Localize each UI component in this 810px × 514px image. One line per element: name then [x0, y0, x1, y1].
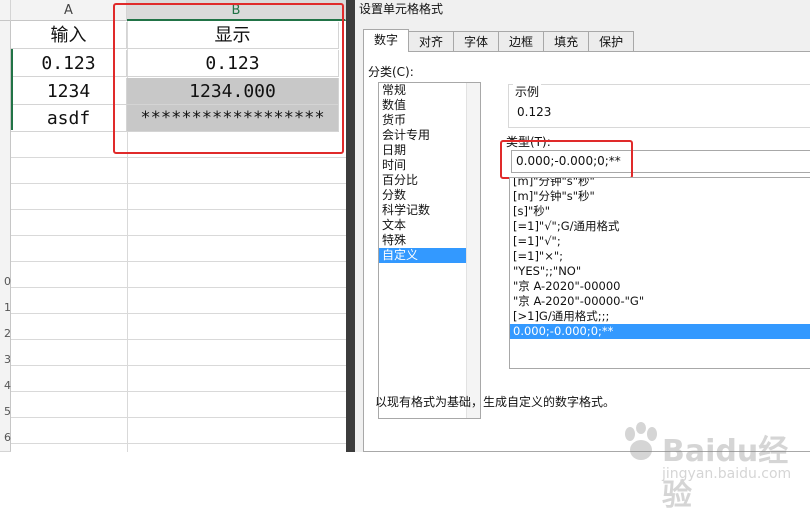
corner-header[interactable] [0, 0, 11, 21]
tab-number[interactable]: 数字 [363, 29, 410, 52]
number-tab-panel: 分类(C): 常规 数值 货币 会计专用 日期 时间 百分比 分数 科学记数 文… [363, 51, 810, 513]
format-item[interactable]: [=1]"√"; [510, 234, 810, 249]
selection-edge [11, 49, 13, 130]
watermark-url: jingyan.baidu.com [662, 466, 792, 482]
row-number: 2 [4, 327, 11, 340]
category-item[interactable]: 分数 [379, 188, 480, 203]
row-number: 6 [4, 431, 11, 444]
window-divider [346, 0, 355, 452]
category-item[interactable]: 特殊 [379, 233, 480, 248]
format-list[interactable]: [m]"分钟"s"秒" [m]"分钟"s"秒" [s]"秒" [=1]"√";G… [509, 177, 810, 369]
format-item[interactable]: [m]"分钟"s"秒" [510, 189, 810, 204]
format-item[interactable]: "京 A-2020"-00000 [510, 279, 810, 294]
category-item-selected[interactable]: 自定义 [379, 248, 480, 263]
sample-label: 示例 [513, 83, 542, 100]
paw-logo-icon [625, 422, 657, 460]
row-number: 0 [4, 275, 11, 288]
category-item[interactable]: 会计专用 [379, 128, 480, 143]
sample-group: 示例 0.123 [508, 83, 810, 128]
category-item[interactable]: 货币 [379, 113, 480, 128]
row-number: 1 [4, 301, 11, 314]
highlight-box-type [500, 140, 633, 179]
format-item[interactable]: [=1]"√";G/通用格式 [510, 219, 810, 234]
category-item[interactable]: 文本 [379, 218, 480, 233]
tab-bar: 数字 对齐 字体 边框 填充 保护 [363, 29, 635, 52]
category-label: 分类(C): [368, 65, 414, 79]
category-item[interactable]: 时间 [379, 158, 480, 173]
sample-value: 0.123 [517, 105, 552, 119]
watermark-brand: Baidu经验 [662, 434, 789, 513]
cell-a4[interactable]: asdf [11, 105, 127, 132]
category-item[interactable]: 常规 [379, 83, 480, 98]
category-item[interactable]: 日期 [379, 143, 480, 158]
cell-a3[interactable]: 1234 [11, 78, 127, 105]
highlight-box-column-b [113, 3, 344, 154]
tab-fill[interactable]: 填充 [543, 31, 590, 52]
category-scrollbar[interactable] [466, 83, 480, 418]
format-item[interactable]: [m]"分钟"s"秒" [510, 178, 810, 189]
tab-font[interactable]: 字体 [453, 31, 500, 52]
row-number: 5 [4, 405, 11, 418]
format-description: 以现有格式为基础，生成自定义的数字格式。 [375, 395, 616, 409]
dialog-title: 设置单元格格式 [359, 2, 444, 16]
category-item[interactable]: 百分比 [379, 173, 480, 188]
format-item[interactable]: [=1]"×"; [510, 249, 810, 264]
format-item[interactable]: "YES";;"NO" [510, 264, 810, 279]
cell-a2[interactable]: 0.123 [11, 50, 127, 77]
row-number: 4 [4, 379, 11, 392]
category-list[interactable]: 常规 数值 货币 会计专用 日期 时间 百分比 分数 科学记数 文本 特殊 自定… [378, 82, 481, 419]
spreadsheet: A B 0 1 2 3 4 5 6 输入 显示 0.123 0.123 1234… [0, 0, 346, 452]
format-item[interactable]: [s]"秒" [510, 204, 810, 219]
row-number: 3 [4, 353, 11, 366]
column-header-a[interactable]: A [11, 0, 127, 21]
format-cells-dialog: 设置单元格格式 数字 对齐 字体 边框 填充 保护 分类(C): 常规 数值 货… [355, 0, 810, 513]
format-item[interactable]: "京 A-2020"-00000-"G" [510, 294, 810, 309]
category-item[interactable]: 科学记数 [379, 203, 480, 218]
tab-protection[interactable]: 保护 [588, 31, 635, 52]
format-item-selected[interactable]: 0.000;-0.000;0;** [510, 324, 810, 339]
format-item[interactable]: [>1]G/通用格式;;; [510, 309, 810, 324]
tab-alignment[interactable]: 对齐 [408, 31, 455, 52]
category-item[interactable]: 数值 [379, 98, 480, 113]
tab-border[interactable]: 边框 [498, 31, 545, 52]
cell-a1[interactable]: 输入 [11, 22, 127, 49]
